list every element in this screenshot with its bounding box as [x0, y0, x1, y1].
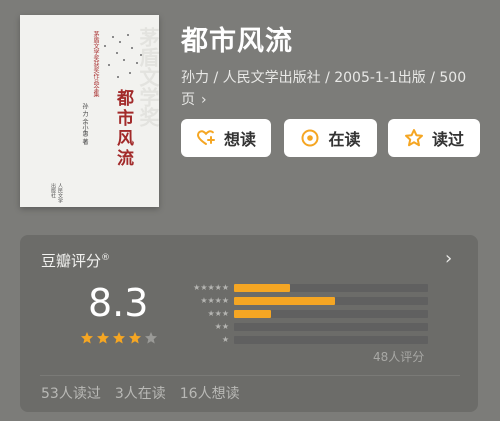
star-filled-icon: [81, 332, 93, 344]
book-title: 都市风流: [181, 26, 293, 57]
book-meta: 孙力 / 人民文学出版社 / 2005-1-1出版 / 500页: [181, 70, 467, 108]
rating-bar-row: ★ ★: [175, 320, 428, 333]
rating-bar-track: [234, 296, 428, 305]
rating-bar-track: [234, 283, 428, 292]
rating-score: 8.3: [88, 281, 149, 325]
rating-bar-row: ★ ★ ★ ★ ★: [175, 281, 428, 294]
rating-bar-fill: [234, 309, 271, 318]
rating-bar-row: ★: [175, 333, 428, 346]
bar-stars-icon: ★: [221, 334, 229, 344]
cover-award-watermark: 茅盾文学奖: [136, 27, 159, 127]
reading-button[interactable]: 在读: [284, 119, 377, 157]
rating-card[interactable]: 豆瓣评分® › 8.3 ★ ★ ★ ★ ★ ★ ★ ★ ★ ★ ★ ★ ★ ★ ★ 48人评分 53人读过 …: [20, 235, 478, 412]
book-meta-link[interactable]: 孙力 / 人民文学出版社 / 2005-1-1出版 / 500页 ›: [181, 67, 471, 111]
bar-stars-icon: ★ ★ ★ ★ ★: [193, 282, 229, 292]
rating-bar-fill: [234, 296, 335, 305]
cover-author: 孙 力 余小惠 著: [81, 103, 88, 145]
book-cover[interactable]: 茅盾文学奖 茅盾文学奖获奖作品全集 都市风流 孙 力 余小惠 著 人民文学出版社: [20, 15, 159, 207]
rating-bar-row: ★ ★ ★: [175, 307, 428, 320]
heart-plus-icon: [196, 130, 215, 145]
cover-publisher: 人民文学出版社: [50, 183, 63, 203]
cover-title: 都市风流: [113, 89, 133, 169]
bar-stars-icon: ★ ★: [214, 321, 229, 331]
target-icon: [301, 129, 319, 147]
bar-stars-icon: ★ ★ ★ ★: [200, 295, 229, 305]
chevron-right-icon[interactable]: ›: [445, 248, 452, 269]
divider: [40, 375, 460, 376]
want-count[interactable]: 16人想读: [180, 383, 240, 403]
cover-series: 茅盾文学奖获奖作品全集: [92, 31, 99, 97]
reading-label: 在读: [328, 130, 361, 149]
star-filled-icon: [129, 332, 141, 344]
want-to-read-label: 想读: [223, 130, 256, 149]
have-read-label: 读过: [431, 130, 464, 149]
reader-stats: 53人读过 3人在读 16人想读: [41, 383, 240, 403]
rating-bar-fill: [234, 283, 291, 292]
rating-count: 48人评分: [373, 350, 425, 364]
star-filled-icon: [113, 332, 125, 344]
bar-stars-icon: ★ ★ ★: [207, 308, 229, 318]
star-empty-icon: [145, 332, 157, 344]
rating-bar-track: [234, 309, 428, 318]
want-to-read-button[interactable]: 想读: [181, 119, 271, 157]
rating-bar-track: [234, 335, 428, 344]
rating-title: 豆瓣评分®: [41, 252, 111, 270]
rating-bar-row: ★ ★ ★ ★: [175, 294, 428, 307]
star-outline-icon: [404, 129, 423, 147]
read-count[interactable]: 53人读过: [41, 383, 101, 403]
chevron-right-icon: ›: [201, 92, 207, 108]
have-read-button[interactable]: 读过: [388, 119, 480, 157]
reading-count[interactable]: 3人在读: [115, 383, 166, 403]
rating-bar-track: [234, 322, 428, 331]
star-filled-icon: [97, 332, 109, 344]
rating-distribution: ★ ★ ★ ★ ★ ★ ★ ★ ★ ★ ★ ★ ★ ★ ★: [175, 281, 428, 346]
rating-stars: [80, 331, 158, 345]
